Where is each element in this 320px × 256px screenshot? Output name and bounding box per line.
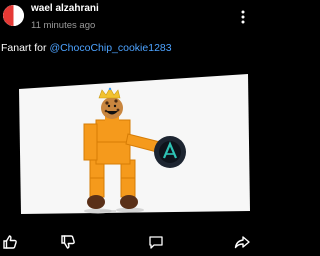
fanart-image	[19, 74, 250, 214]
caption-text: Fanart for	[1, 42, 50, 54]
share-button[interactable]	[232, 232, 252, 252]
comment-button[interactable]	[146, 232, 166, 252]
post-image[interactable]	[0, 64, 256, 224]
author-name[interactable]: wael alzahrani	[31, 3, 99, 14]
share-icon	[234, 236, 250, 249]
more-vertical-icon	[241, 10, 245, 24]
thumbs-up-icon	[3, 235, 17, 249]
post-caption: Fanart for @ChocoChip_cookie1283	[1, 42, 172, 54]
avatar[interactable]	[3, 5, 24, 26]
post-header: wael alzahrani 11 minutes ago	[0, 0, 256, 40]
caption-mention-link[interactable]: @ChocoChip_cookie1283	[49, 42, 171, 54]
thumbs-down-icon	[61, 235, 75, 249]
dislike-button[interactable]	[58, 232, 78, 252]
comment-icon	[149, 236, 163, 249]
post-timestamp: 11 minutes ago	[31, 20, 96, 31]
more-options-button[interactable]	[236, 8, 250, 26]
like-button[interactable]	[0, 232, 20, 252]
post-action-bar	[0, 228, 256, 256]
avatar-image	[3, 5, 24, 26]
